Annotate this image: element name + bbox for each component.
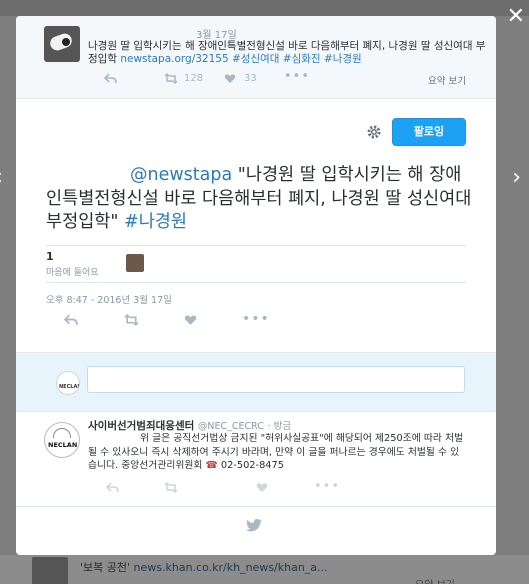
reply-icon[interactable] bbox=[104, 73, 117, 84]
reply-tweet[interactable]: NECLAN 사이버선거범죄대응센터 @NEC_CECRC · 방금 위 글은 … bbox=[16, 412, 496, 504]
mention-link[interactable]: @newstapa bbox=[130, 165, 232, 185]
reply-handle: @NEC_CECRC bbox=[197, 421, 264, 432]
twitter-bird-icon bbox=[246, 519, 262, 532]
like-label[interactable]: 마음에 들어요 bbox=[46, 265, 99, 278]
parent-avatar[interactable] bbox=[44, 26, 80, 62]
like-icon[interactable] bbox=[256, 482, 268, 493]
divider bbox=[46, 245, 466, 246]
like-icon[interactable] bbox=[184, 314, 197, 326]
reply-author[interactable]: 사이버선거범죄대응센터 @NEC_CECRC · 방금 bbox=[88, 418, 291, 433]
reply-composer: NECLAN bbox=[16, 352, 496, 412]
reply-text: 위 글은 공직선거법상 금지된 "허위사실공표"에 해당되어 제250조에 따라… bbox=[88, 433, 464, 471]
like-count[interactable]: 1 bbox=[46, 250, 54, 263]
reply-icon[interactable] bbox=[64, 314, 78, 326]
next-arrow-icon[interactable]: › bbox=[512, 165, 521, 190]
reply-avatar[interactable]: NECLAN bbox=[44, 422, 80, 458]
user-avatar: NECLAN bbox=[56, 371, 80, 395]
background-view-summary: 요약 보기 bbox=[415, 576, 455, 584]
avatar-shape-dot bbox=[62, 38, 70, 46]
more-icon[interactable]: ••• bbox=[284, 69, 310, 84]
tweet-modal: 3월 17일 나경원 딸 입학시키는 해 장애인특별전형신설 바로 다음해부터 … bbox=[16, 16, 496, 555]
background-link: news.khan.co.kr/kh_news/khan_a... bbox=[133, 561, 328, 574]
gear-icon[interactable] bbox=[366, 124, 382, 140]
avatar-arc bbox=[53, 428, 71, 438]
tweet-text: @newstapa "나경원 딸 입학시키는 해 장애인특별전형신설 바로 다음… bbox=[46, 165, 472, 232]
hashtag-link[interactable]: #성신여대 bbox=[232, 53, 279, 65]
parent-tweet-text: 나경원 딸 입학시키는 해 장애인특별전형신설 바로 다음해부터 폐지, 나경원… bbox=[88, 40, 486, 65]
parent-tweet[interactable]: 3월 17일 나경원 딸 입학시키는 해 장애인특별전형신설 바로 다음해부터 … bbox=[16, 16, 496, 99]
parent-tweet-date[interactable]: 3월 17일 bbox=[196, 26, 237, 41]
hashtag-link[interactable]: #나경원 bbox=[124, 212, 187, 232]
divider bbox=[46, 282, 466, 283]
phone-number: 02-502-8475 bbox=[220, 460, 285, 471]
reply-avatar-text: NECLAN bbox=[48, 441, 78, 449]
background-header-strip bbox=[0, 0, 529, 16]
like-count: 33 bbox=[244, 73, 257, 84]
reply-input[interactable] bbox=[87, 366, 465, 393]
reply-time: · 방금 bbox=[267, 421, 292, 432]
background-next-tweet: '보복 공천' news.khan.co.kr/kh_news/khan_a..… bbox=[0, 555, 529, 584]
more-icon[interactable]: ••• bbox=[314, 479, 340, 494]
close-icon[interactable]: ✕ bbox=[507, 6, 525, 28]
hashtag-link[interactable]: #나경원 bbox=[324, 53, 362, 65]
reply-icon[interactable] bbox=[106, 482, 119, 493]
hashtag-link[interactable]: #심화진 bbox=[283, 53, 321, 65]
view-summary-link[interactable]: 요약 보기 bbox=[428, 73, 466, 87]
retweet-icon[interactable] bbox=[164, 482, 178, 493]
like-icon[interactable] bbox=[224, 73, 236, 84]
liker-avatar[interactable] bbox=[126, 254, 144, 272]
previous-arrow-icon[interactable]: ‹ bbox=[0, 165, 3, 190]
background-avatar bbox=[32, 557, 68, 584]
tweet-timestamp: 오후 8:47 - 2016년 3월 17일 bbox=[46, 295, 172, 306]
more-icon[interactable]: ••• bbox=[242, 311, 270, 327]
background-tweet-text: '보복 공천' news.khan.co.kr/kh_news/khan_a..… bbox=[80, 561, 328, 574]
retweet-icon[interactable] bbox=[124, 314, 139, 326]
parent-tweet-link[interactable]: newstapa.org/32155 bbox=[120, 53, 228, 65]
following-button[interactable]: 팔로잉 bbox=[392, 118, 466, 146]
retweet-count: 128 bbox=[184, 73, 204, 84]
retweet-icon[interactable] bbox=[164, 73, 178, 84]
phone-icon: ☎ bbox=[205, 460, 218, 471]
user-avatar-text: NECLAN bbox=[59, 384, 80, 390]
divider bbox=[16, 506, 496, 507]
